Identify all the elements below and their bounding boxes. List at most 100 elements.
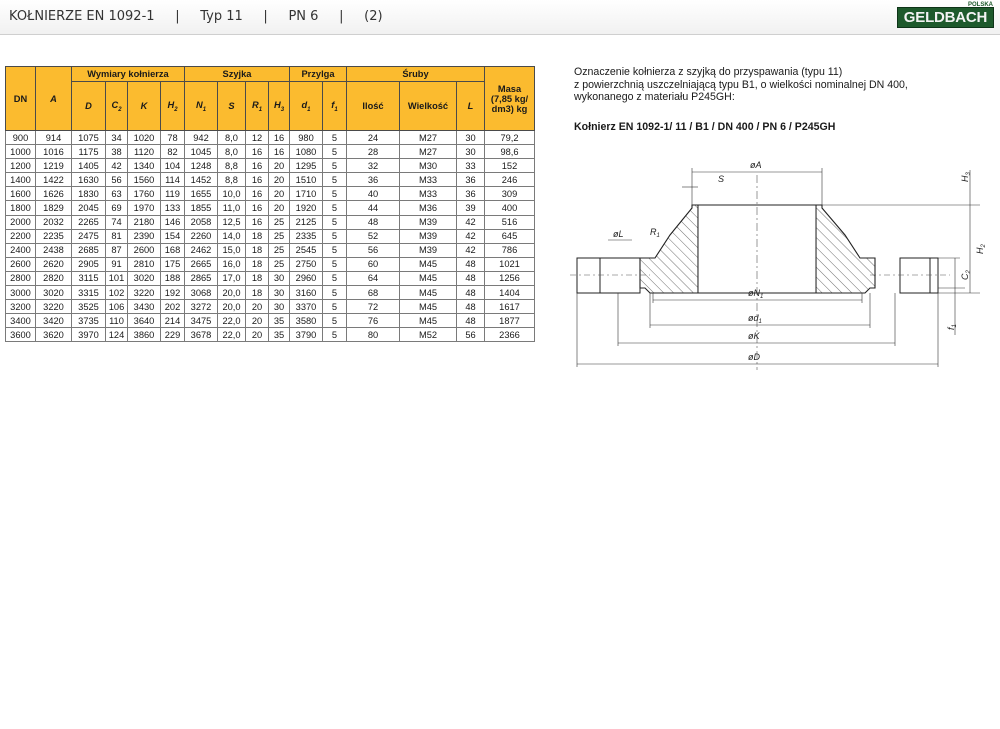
- table-cell: 3068: [184, 285, 218, 301]
- table-cell: 64: [346, 270, 400, 287]
- table-cell: 2000: [5, 214, 36, 230]
- table-cell: 98,6: [484, 144, 535, 160]
- table-cell: 42: [456, 228, 485, 244]
- table-cell: 2750: [289, 256, 323, 272]
- table-cell: 76: [346, 313, 400, 329]
- table-cell: 39: [456, 200, 485, 216]
- table-cell: 87: [105, 242, 128, 258]
- table-cell: 2620: [35, 256, 72, 272]
- designation-description: Oznaczenie kołnierza z szyjką do przyspa…: [574, 66, 954, 104]
- table-cell: 2438: [35, 242, 72, 258]
- header-face: Przylga: [289, 66, 347, 82]
- header-h2: H2: [160, 81, 185, 131]
- table-cell: M30: [399, 158, 457, 174]
- table-cell: 16: [268, 129, 290, 146]
- description-line: wykonanego z materiału P245GH:: [574, 91, 735, 103]
- table-cell: 914: [35, 129, 72, 146]
- table-cell: 2058: [184, 214, 218, 230]
- table-cell: 63: [105, 186, 128, 202]
- table-cell: 3678: [184, 327, 218, 343]
- table-cell: 1400: [5, 172, 36, 188]
- table-cell: 72: [346, 299, 400, 315]
- description-line: z powierzchnią uszczelniającą typu B1, o…: [574, 78, 908, 91]
- table-cell: 1075: [71, 129, 106, 146]
- table-cell: 5: [322, 313, 347, 329]
- table-cell: 2235: [35, 228, 72, 244]
- table-row: 900 914 1075 34 1020 78 942 8,0 12 16 980 5 24 M27 30 7…: [5, 129, 535, 146]
- table-cell: 1710: [289, 186, 323, 202]
- table-cell: 2265: [71, 214, 106, 230]
- table-cell: 16: [245, 144, 269, 160]
- table-cell: 3272: [184, 299, 218, 315]
- table-cell: 3020: [35, 285, 72, 301]
- table-cell: 56: [105, 172, 128, 188]
- table-cell: 16: [245, 214, 269, 230]
- label-diameter-l: øL: [613, 229, 624, 239]
- table-cell: 20: [268, 158, 290, 174]
- table-cell: 2810: [127, 256, 161, 272]
- table-cell: 30: [456, 129, 485, 146]
- table-row: 2800 2820 3115 101 3020 188 2865 17,0 18 30 2960 5 6…: [5, 270, 535, 287]
- table-cell: 2180: [127, 214, 161, 230]
- table-cell: 12,5: [217, 214, 246, 230]
- table-cell: 16: [245, 200, 269, 216]
- table-cell: 104: [160, 158, 185, 174]
- table-cell: 2600: [127, 242, 161, 258]
- table-cell: 20: [245, 299, 269, 315]
- table-cell: 1016: [35, 144, 72, 160]
- table-cell: 1020: [127, 129, 161, 146]
- table-cell: 3970: [71, 327, 106, 343]
- table-row: 2000 2032 2265 74 2180 146 2058 12,5 16 25 2125 5 48…: [5, 214, 535, 230]
- table-cell: 24: [346, 129, 400, 146]
- table-cell: 1404: [484, 285, 535, 301]
- table-cell: 30: [456, 144, 485, 160]
- table-cell: 25: [268, 242, 290, 258]
- table-cell: 30: [268, 285, 290, 301]
- table-cell: 106: [105, 299, 128, 315]
- table-cell: 20,0: [217, 299, 246, 315]
- table-cell: 48: [346, 214, 400, 230]
- table-cell: M45: [399, 285, 457, 301]
- table-cell: 20: [268, 200, 290, 216]
- table-cell: 36: [456, 172, 485, 188]
- table-cell: 192: [160, 285, 185, 301]
- header-dn: DN: [5, 66, 36, 131]
- table-cell: 33: [456, 158, 485, 174]
- logo-text: GELDBACH: [903, 9, 988, 26]
- label-h2: H2: [975, 244, 987, 255]
- table-cell: 42: [456, 214, 485, 230]
- table-cell: 5: [322, 299, 347, 315]
- label-diameter-d1: ød1: [748, 313, 762, 325]
- table-cell: 1970: [127, 200, 161, 216]
- table-row: 3400 3420 3735 110 3640 214 3475 22,0 20 35 3580 5 7…: [5, 313, 535, 329]
- table-body: 900 914 1075 34 1020 78 942 8,0 12 16 980 5 24 M27 30 7…: [5, 129, 535, 343]
- table-cell: 18: [245, 285, 269, 301]
- table-cell: 786: [484, 242, 535, 258]
- table-cell: 20: [245, 313, 269, 329]
- table-cell: 56: [456, 327, 485, 343]
- header-k: K: [127, 81, 161, 131]
- table-cell: M45: [399, 313, 457, 329]
- table-cell: M36: [399, 200, 457, 216]
- table-cell: 16: [245, 172, 269, 188]
- table-cell: 18: [245, 242, 269, 258]
- page-title: KOŁNIERZE EN 1092-1 | Typ 11 | PN 6 | (2…: [9, 9, 383, 24]
- table-cell: 1045: [184, 144, 218, 160]
- header-d1: d1: [289, 81, 323, 131]
- table-cell: 3600: [5, 327, 36, 343]
- symbol-header-row: D C2 K H2 N1 S R1 H3 d1 f1 Ilość Wielkoś…: [6, 81, 535, 131]
- table-cell: 16,0: [217, 256, 246, 272]
- table-cell: M45: [399, 270, 457, 287]
- table-cell: 152: [484, 158, 535, 174]
- table-cell: 8,0: [217, 129, 246, 146]
- table-cell: 74: [105, 214, 128, 230]
- flange-cross-section-drawing: øA S øL R1 øN1 ød1 øK øD H3 H2 C2 f1: [570, 160, 987, 370]
- table-cell: 246: [484, 172, 535, 188]
- table-cell: 2200: [5, 228, 36, 244]
- table-cell: 2865: [184, 270, 218, 287]
- table-cell: 56: [346, 242, 400, 258]
- table-cell: 10,0: [217, 186, 246, 202]
- table-cell: 8,8: [217, 172, 246, 188]
- table-cell: 1510: [289, 172, 323, 188]
- table-cell: 16: [245, 186, 269, 202]
